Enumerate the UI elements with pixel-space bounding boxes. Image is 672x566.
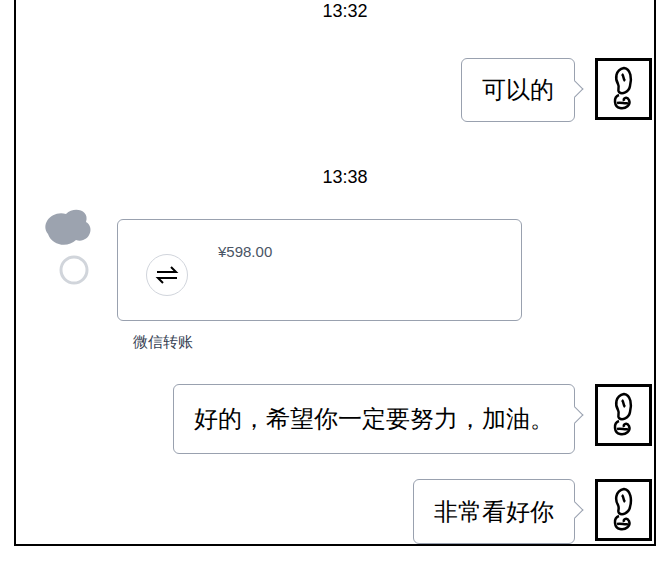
timestamp: 13:38 — [322, 166, 367, 188]
avatar-icon[interactable] — [595, 384, 652, 446]
bubble-pointer — [567, 80, 584, 97]
timestamp-row: 13:38 — [16, 166, 654, 190]
sent-message: 好的，希望你一定要努力，加油。 — [16, 384, 654, 454]
transfer-label: 微信转账 — [133, 333, 522, 351]
message-bubble[interactable]: 可以的 — [461, 58, 575, 122]
transfer-column: ¥598.00 微信转账 — [117, 219, 522, 351]
message-bubble[interactable]: 好的，希望你一定要努力，加油。 — [173, 384, 575, 454]
sent-message: 可以的 — [16, 58, 654, 122]
chat-window: 13:32 可以的 13:38 ¥598.00 微信转账好的，希望你一定要努力，加油。非… — [14, 0, 656, 546]
avatar-icon[interactable] — [595, 479, 652, 541]
sent-message: 非常看好你 — [16, 479, 654, 544]
avatar-icon[interactable] — [595, 58, 652, 120]
contact-avatar-icon[interactable] — [38, 204, 100, 289]
message-text: 好的，希望你一定要努力，加油。 — [194, 403, 554, 435]
timestamp: 13:32 — [322, 0, 367, 22]
transfer-card[interactable]: ¥598.00 — [117, 219, 522, 321]
bubble-pointer — [567, 502, 584, 519]
received-transfer: ¥598.00 微信转账 — [16, 204, 654, 351]
transfer-amount: ¥598.00 — [218, 242, 272, 262]
transfer-icon — [146, 254, 188, 296]
message-text: 非常看好你 — [434, 496, 554, 528]
bubble-pointer — [567, 407, 584, 424]
timestamp-row: 13:32 — [16, 0, 654, 24]
message-text: 可以的 — [482, 74, 554, 106]
message-bubble[interactable]: 非常看好你 — [413, 479, 575, 544]
